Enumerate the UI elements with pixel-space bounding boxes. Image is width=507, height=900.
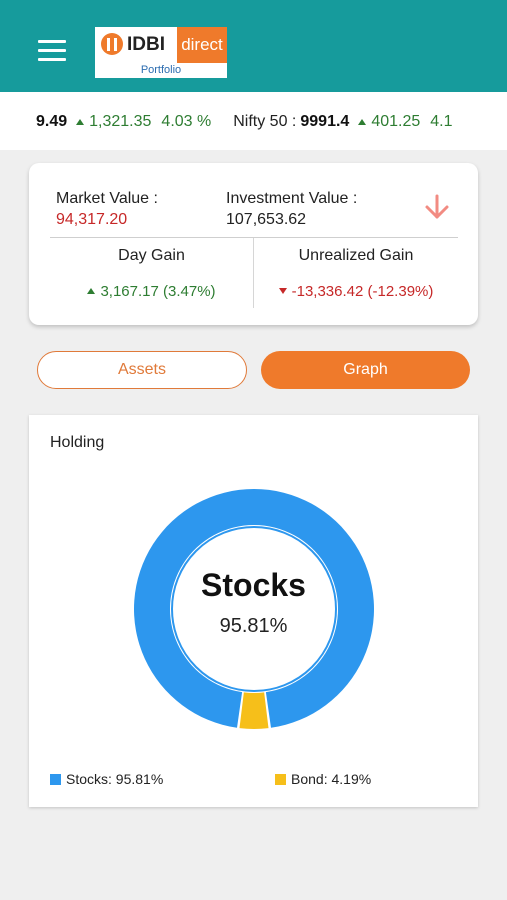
idbi-logo-icon xyxy=(101,33,123,55)
ticker-change: 1,321.35 xyxy=(89,113,152,130)
ticker-percent: 4.03 % xyxy=(161,113,212,130)
donut-center-value: 95.81% xyxy=(219,615,288,637)
ticker-item: Nifty 50 : 9991.4 401.25 4.1 xyxy=(233,112,452,132)
summary-divider xyxy=(50,237,458,238)
app-bar: IDBI direct Portfolio xyxy=(0,0,507,92)
portfolio-summary-card: Market Value : 94,317.20 Investment Valu… xyxy=(29,163,478,325)
tab-assets[interactable]: Assets xyxy=(37,351,247,389)
ticker-item: 9.49 1,321.35 4.03 % xyxy=(36,112,211,132)
donut-slice-bond[interactable] xyxy=(239,692,269,729)
day-gain-value: 3,167.17 (3.47%) xyxy=(50,283,253,300)
app-logo: IDBI direct Portfolio xyxy=(95,27,227,78)
holding-donut-chart xyxy=(134,489,375,729)
logo-suffix: direct xyxy=(177,27,227,63)
down-arrow-icon xyxy=(278,287,287,294)
holding-card: Holding Stocks 95.81% Stocks: 95.81% Bon… xyxy=(29,415,478,807)
logo-subtitle: Portfolio xyxy=(140,64,182,76)
day-gain-label: Day Gain xyxy=(118,247,185,264)
up-arrow-icon xyxy=(87,287,96,294)
legend-item-stocks: Stocks: 95.81% xyxy=(50,771,163,787)
market-value-label: Market Value : xyxy=(56,190,158,207)
legend-label-bond: Bond: 4.19% xyxy=(291,771,372,787)
menu-icon[interactable] xyxy=(38,40,66,62)
ticker-percent: 4.1 xyxy=(430,113,453,130)
legend-label-stocks: Stocks: 95.81% xyxy=(66,771,164,787)
market-value: 94,317.20 xyxy=(56,211,128,228)
up-arrow-icon xyxy=(76,119,85,125)
donut-center-title: Stocks xyxy=(201,567,306,603)
ticker-index-name: Nifty 50 : xyxy=(233,113,297,130)
legend-item-bond: Bond: 4.19% xyxy=(275,771,371,787)
ticker-index-value: 9991.4 xyxy=(300,113,350,130)
legend-swatch-stocks xyxy=(50,774,61,785)
up-arrow-icon xyxy=(358,119,367,125)
arrow-down-icon xyxy=(425,194,449,219)
unrealized-gain-text: -13,336.42 (-12.39%) xyxy=(291,283,434,300)
ticker-change: 401.25 xyxy=(371,113,421,130)
logo-brand: IDBI xyxy=(127,34,165,55)
tab-graph[interactable]: Graph xyxy=(261,351,470,389)
market-ticker: 9.49 1,321.35 4.03 % Nifty 50 : 9991.4 401.2… xyxy=(0,92,507,150)
day-gain-text: 3,167.17 (3.47%) xyxy=(100,283,216,300)
unrealized-gain-label: Unrealized Gain xyxy=(298,247,414,264)
unrealized-gain-value: -13,336.42 (-12.39%) xyxy=(254,283,458,300)
donut-center xyxy=(171,526,337,692)
ticker-index-value: 9.49 xyxy=(36,113,68,130)
legend-swatch-bond xyxy=(275,774,286,785)
investment-value-label: Investment Value : xyxy=(226,190,358,207)
investment-value: 107,653.62 xyxy=(226,211,307,228)
